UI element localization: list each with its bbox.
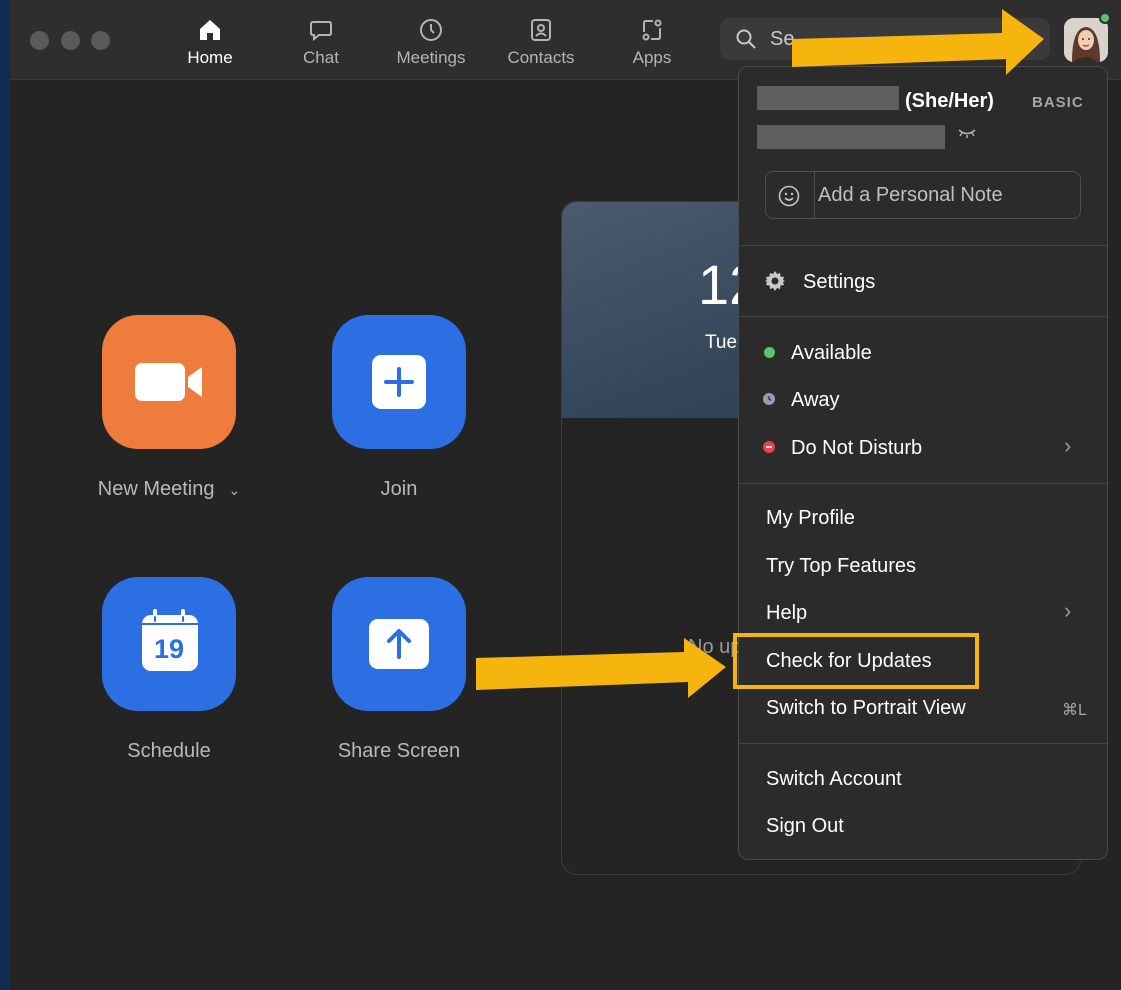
do-not-disturb-icon [763,441,775,453]
tab-contacts-label: Contacts [507,48,575,67]
home-icon [200,20,220,40]
tab-contacts[interactable]: Contacts [491,18,591,68]
presence-dot [1099,12,1111,24]
chat-icon [310,21,332,42]
portrait-view-shortcut: ⌘L [1062,702,1087,719]
arrow-right-icon [792,9,1044,75]
search-icon [736,29,756,49]
switch-account-menu-item[interactable]: Switch Account [766,768,902,791]
redacted-email [757,125,945,149]
avatar[interactable] [1064,18,1108,62]
status-do-not-disturb[interactable]: Do Not Disturb [791,437,922,460]
note-separator [814,172,815,218]
status-away[interactable]: Away [791,389,840,412]
my-profile-menu-item[interactable]: My Profile [766,507,855,530]
tab-meetings[interactable]: Meetings [381,18,481,68]
join-button[interactable] [332,315,466,449]
plus-icon [372,355,426,409]
chevron-right-icon: › [1064,433,1072,458]
minimize-window-button[interactable] [61,31,80,50]
portrait-view-menu-item[interactable]: Switch to Portrait View [766,697,966,720]
tab-home-label: Home [187,48,233,67]
search-placeholder: Se [770,28,795,50]
video-camera-icon [135,363,202,401]
away-clock-icon [763,393,775,405]
close-window-button[interactable] [30,31,49,50]
upload-arrow-icon [369,619,429,669]
try-top-features-menu-item[interactable]: Try Top Features [766,555,916,578]
menu-divider [739,316,1107,317]
tab-chat-label: Chat [303,48,339,67]
smiley-icon[interactable] [778,185,800,207]
menu-divider [739,483,1107,484]
pronouns: (She/Her) [905,90,994,112]
zoom-window-button[interactable] [91,31,110,50]
profile-menu: (She/Her) BASIC Add a Personal Note Sett… [738,66,1108,860]
share-screen-label: Share Screen [337,740,461,762]
new-meeting-label: New Meeting ⌄ [97,478,241,500]
tab-apps[interactable]: Apps [602,18,702,68]
apps-icon [642,19,662,41]
new-meeting-button[interactable] [102,315,236,449]
schedule-label: Schedule [127,740,211,762]
schedule-button[interactable]: 19 [102,577,236,711]
help-menu-item[interactable]: Help [766,602,807,625]
contacts-icon [531,19,551,41]
profile-photo [1064,18,1108,62]
sign-out-menu-item[interactable]: Sign Out [766,815,844,838]
join-label: Join [380,478,418,500]
status-available[interactable]: Available [791,342,872,365]
available-dot [764,347,775,358]
tab-home[interactable]: Home [160,18,260,68]
chevron-down-icon[interactable]: ⌄ [228,482,240,498]
redacted-name [757,86,899,110]
tab-apps-label: Apps [632,48,672,67]
plan-badge: BASIC [1032,94,1084,111]
share-screen-button[interactable] [332,577,466,711]
current-date: Tue [705,332,738,353]
calendar-day-number: 19 [153,634,185,664]
settings-menu-item[interactable]: Settings [803,271,875,294]
tab-chat[interactable]: Chat [271,18,371,68]
personal-note-field[interactable]: Add a Personal Note [765,171,1081,219]
chevron-right-icon: › [1064,598,1072,623]
menu-divider [739,245,1107,246]
tab-meetings-label: Meetings [396,48,466,67]
eye-closed-icon[interactable] [957,127,977,139]
gear-icon [765,271,785,291]
arrow-right-icon [476,638,726,698]
check-updates-highlight [733,633,979,689]
menu-divider [739,743,1107,744]
clock-icon [420,19,442,41]
note-placeholder: Add a Personal Note [818,184,1003,206]
